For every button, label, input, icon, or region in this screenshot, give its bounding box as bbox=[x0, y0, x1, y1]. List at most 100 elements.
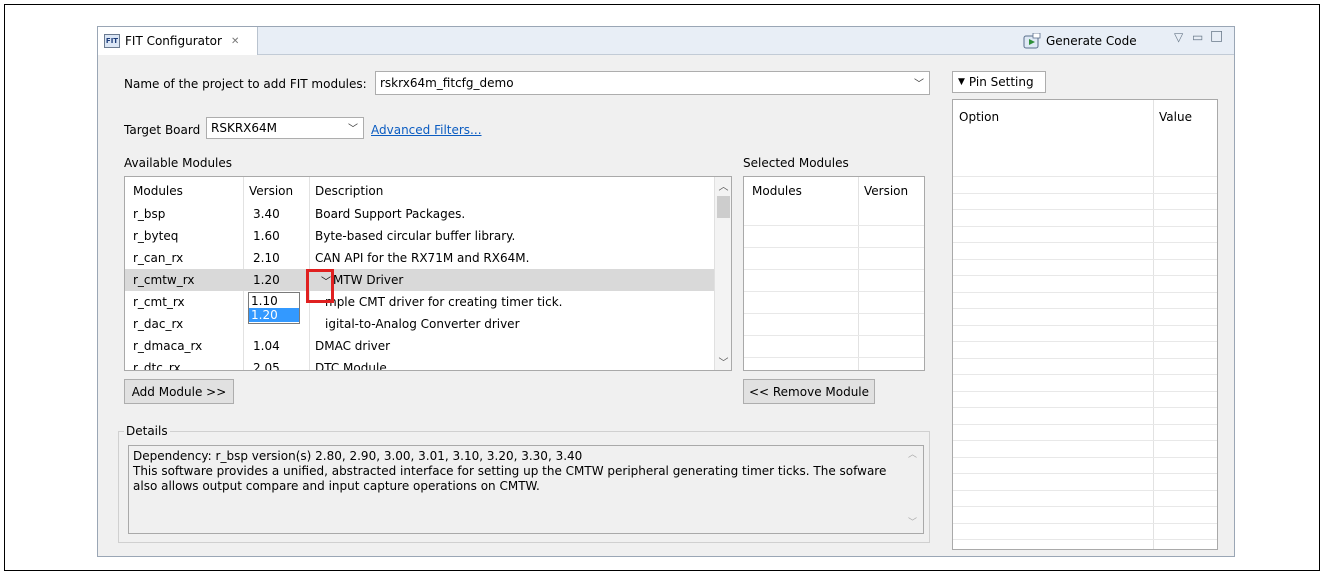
row-divider bbox=[744, 335, 924, 336]
table-row-selected[interactable]: r_cmtw_rx 1.20 ﹀ MTW Driver bbox=[125, 269, 715, 291]
module-description: CAN API for the RX71M and RX64M. bbox=[315, 251, 530, 265]
fit-configurator-window: FIT FIT Configurator ✕ Generate Code ▽ ▭… bbox=[97, 26, 1235, 557]
module-description: igital-to-Analog Converter driver bbox=[325, 317, 520, 331]
table-row[interactable]: r_byteq 1.60 Byte-based circular buffer … bbox=[125, 225, 715, 247]
project-value: rskrx64m_fitcfg_demo bbox=[380, 76, 514, 90]
advanced-filters-link[interactable]: Advanced Filters... bbox=[371, 123, 482, 137]
column-divider bbox=[858, 177, 859, 370]
row-divider bbox=[953, 308, 1217, 309]
generate-code-button[interactable]: Generate Code bbox=[1023, 32, 1137, 50]
module-version: 1.04 bbox=[253, 339, 280, 353]
pin-setting-label: Pin Setting bbox=[968, 75, 1034, 89]
row-divider bbox=[744, 225, 924, 226]
row-divider bbox=[953, 522, 1217, 524]
add-module-button[interactable]: Add Module >> bbox=[124, 379, 234, 404]
pin-setting-table[interactable]: Option Value bbox=[952, 99, 1218, 550]
close-icon[interactable]: ✕ bbox=[231, 36, 239, 47]
selected-modules-table[interactable]: Modules Version bbox=[743, 176, 925, 371]
row-divider bbox=[744, 291, 924, 292]
table-row[interactable]: r_dac_rx igital-to-Analog Converter driv… bbox=[125, 313, 715, 335]
row-divider bbox=[953, 407, 1217, 408]
table-row[interactable]: r_dmaca_rx 1.04 DMAC driver bbox=[125, 335, 715, 357]
module-name: r_cmt_rx bbox=[133, 295, 185, 309]
row-divider bbox=[953, 192, 1217, 194]
row-divider bbox=[953, 390, 1217, 392]
module-description: DMAC driver bbox=[315, 339, 391, 353]
scroll-down-icon[interactable]: ﹀ bbox=[908, 516, 917, 531]
module-description: DTC Module bbox=[315, 361, 387, 371]
details-label: Details bbox=[124, 424, 170, 438]
project-select[interactable]: rskrx64m_fitcfg_demo ﹀ bbox=[375, 71, 930, 95]
fit-configurator-icon: FIT bbox=[104, 34, 120, 48]
chevron-down-icon: ﹀ bbox=[914, 78, 924, 90]
module-version: 2.05 bbox=[253, 361, 280, 371]
table-header-row: Modules Version bbox=[744, 180, 924, 202]
module-name: r_can_rx bbox=[133, 251, 184, 265]
row-divider bbox=[953, 291, 1217, 293]
row-divider bbox=[953, 456, 1217, 458]
details-description-line: This software provides a unified, abstra… bbox=[133, 464, 887, 478]
tab-title: FIT Configurator bbox=[125, 34, 222, 48]
version-option[interactable]: 1.10 bbox=[249, 294, 299, 308]
available-modules-table[interactable]: Modules Version Description r_bsp 3.40 B… bbox=[124, 176, 732, 371]
scroll-down-icon[interactable]: ﹀ bbox=[715, 353, 731, 370]
header-value[interactable]: Value bbox=[1159, 110, 1192, 124]
row-divider bbox=[953, 539, 1217, 540]
table-row[interactable]: r_dtc_rx 2.05 DTC Module bbox=[125, 357, 715, 371]
module-version: 1.20 bbox=[253, 273, 280, 287]
selected-modules-label: Selected Modules bbox=[743, 156, 849, 170]
scroll-thumb[interactable] bbox=[717, 196, 730, 218]
available-modules-scrollbar[interactable]: ︿ ﹀ bbox=[714, 177, 731, 370]
target-board-value: RSKRX64M bbox=[211, 121, 278, 135]
highlight-box bbox=[306, 269, 334, 303]
module-name: r_cmtw_rx bbox=[133, 273, 195, 287]
header-modules[interactable]: Modules bbox=[133, 184, 183, 198]
module-description: Board Support Packages. bbox=[315, 207, 466, 221]
target-board-select[interactable]: RSKRX64M ﹀ bbox=[206, 117, 364, 139]
row-divider bbox=[953, 209, 1217, 210]
table-header-row: Modules Version Description bbox=[125, 180, 715, 202]
header-modules[interactable]: Modules bbox=[752, 184, 802, 198]
row-divider bbox=[953, 473, 1217, 474]
scroll-up-icon[interactable]: ︿ bbox=[715, 177, 731, 194]
view-menu-icon[interactable]: ▽ bbox=[1174, 30, 1183, 44]
row-divider bbox=[744, 313, 924, 314]
row-divider bbox=[953, 341, 1217, 342]
module-name: r_dmaca_rx bbox=[133, 339, 203, 353]
header-version[interactable]: Version bbox=[864, 184, 908, 198]
maximize-icon[interactable]: □ bbox=[1210, 28, 1223, 44]
version-option-selected[interactable]: 1.20 bbox=[249, 308, 299, 322]
module-name: r_bsp bbox=[133, 207, 166, 221]
row-divider bbox=[953, 357, 1217, 359]
tab-pin-setting[interactable]: ▼ Pin Setting bbox=[952, 71, 1046, 93]
version-dropdown-popup: 1.10 1.20 bbox=[248, 292, 300, 324]
minimize-icon[interactable]: ▭ bbox=[1192, 30, 1203, 44]
table-row[interactable]: r_bsp 3.40 Board Support Packages. bbox=[125, 203, 715, 225]
header-option[interactable]: Option bbox=[959, 110, 999, 124]
table-row[interactable]: r_cmt_rx mple CMT driver for creating ti… bbox=[125, 291, 715, 313]
editor-tabbar: FIT FIT Configurator ✕ Generate Code ▽ ▭… bbox=[98, 27, 1234, 55]
table-row[interactable]: r_can_rx 2.10 CAN API for the RX71M and … bbox=[125, 247, 715, 269]
header-description[interactable]: Description bbox=[315, 184, 383, 198]
details-dependency: Dependency: r_bsp version(s) 2.80, 2.90,… bbox=[133, 449, 583, 463]
module-version: 3.40 bbox=[253, 207, 280, 221]
module-version: 1.60 bbox=[253, 229, 280, 243]
chevron-down-icon: ﹀ bbox=[348, 123, 358, 135]
row-divider bbox=[953, 489, 1217, 491]
target-board-label: Target Board bbox=[124, 123, 201, 137]
tab-fit-configurator[interactable]: FIT FIT Configurator ✕ bbox=[98, 27, 258, 55]
row-divider bbox=[953, 423, 1217, 425]
scroll-up-icon[interactable]: ︿ bbox=[908, 448, 917, 463]
row-divider bbox=[953, 324, 1217, 326]
row-divider bbox=[953, 258, 1217, 260]
row-divider bbox=[953, 506, 1217, 507]
generate-code-icon bbox=[1023, 32, 1041, 49]
details-text[interactable]: Dependency: r_bsp version(s) 2.80, 2.90,… bbox=[128, 445, 924, 534]
header-version[interactable]: Version bbox=[249, 184, 293, 198]
module-version: 2.10 bbox=[253, 251, 280, 265]
row-divider bbox=[953, 242, 1217, 243]
project-label: Name of the project to add FIT modules: bbox=[124, 77, 367, 91]
module-description: Byte-based circular buffer library. bbox=[315, 229, 516, 243]
remove-module-button[interactable]: << Remove Module bbox=[743, 379, 875, 404]
details-description-line: also allows output compare and input cap… bbox=[133, 479, 540, 493]
